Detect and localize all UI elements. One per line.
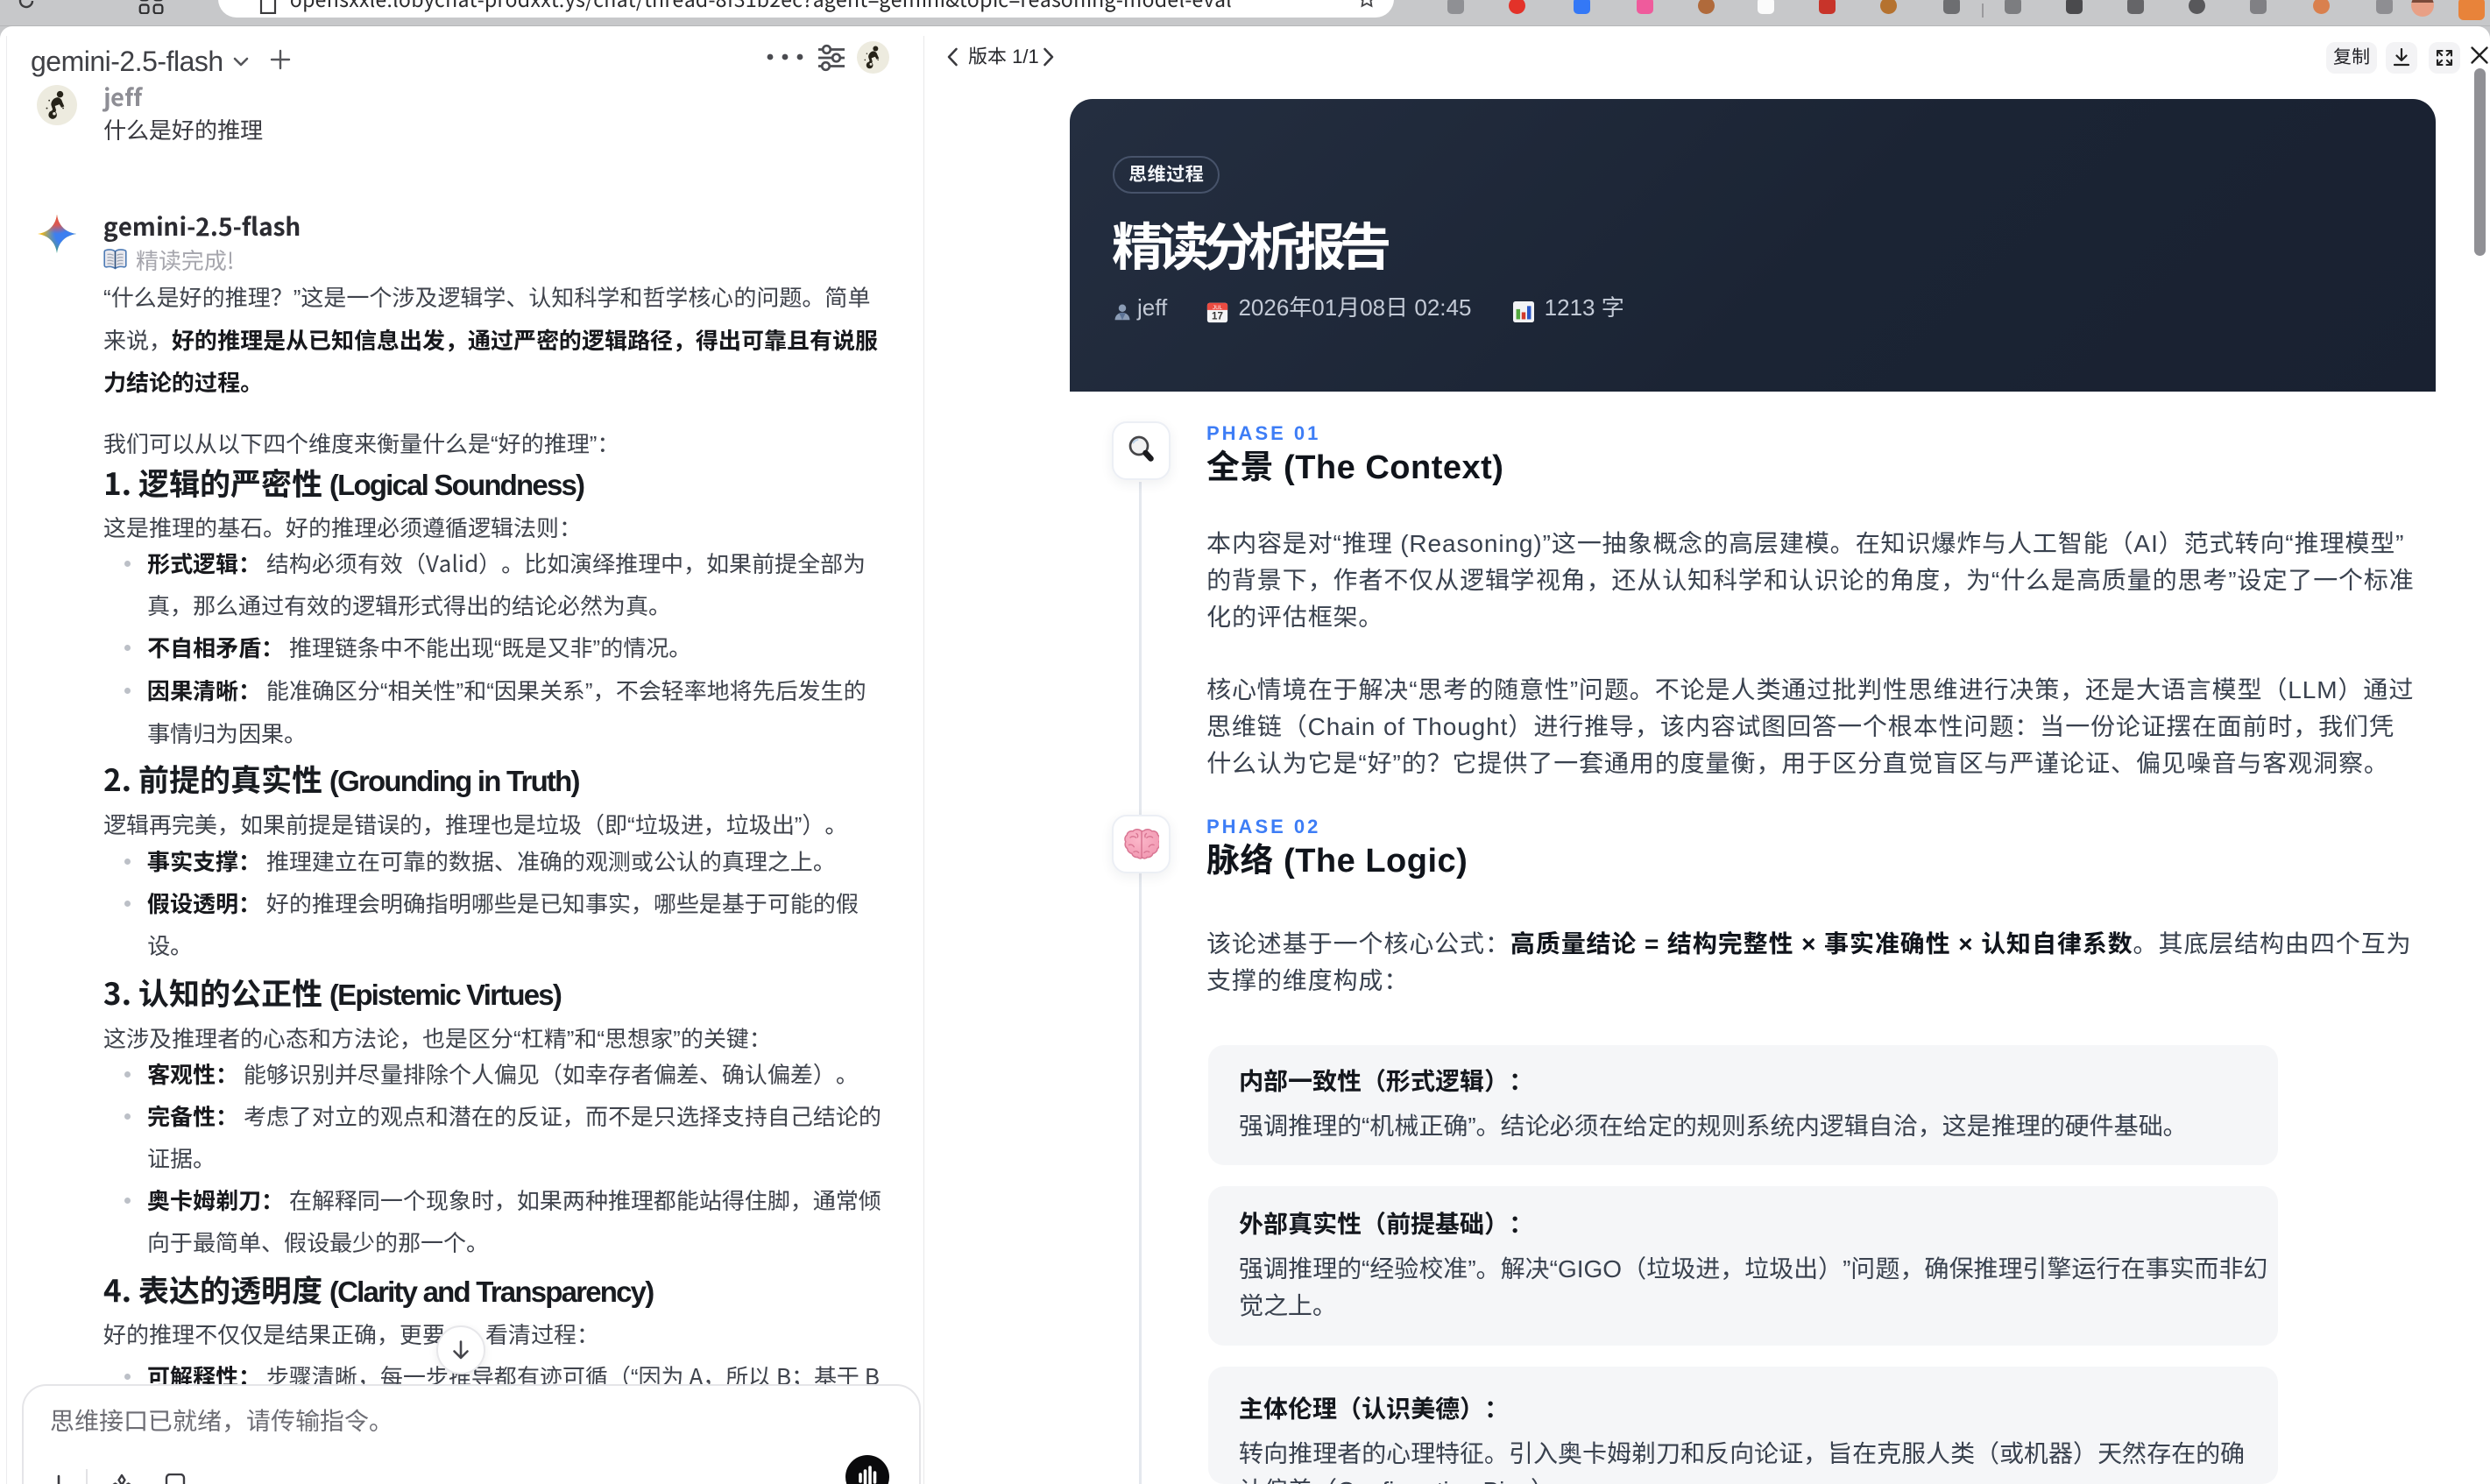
svg-text:17: 17 bbox=[1213, 311, 1224, 322]
